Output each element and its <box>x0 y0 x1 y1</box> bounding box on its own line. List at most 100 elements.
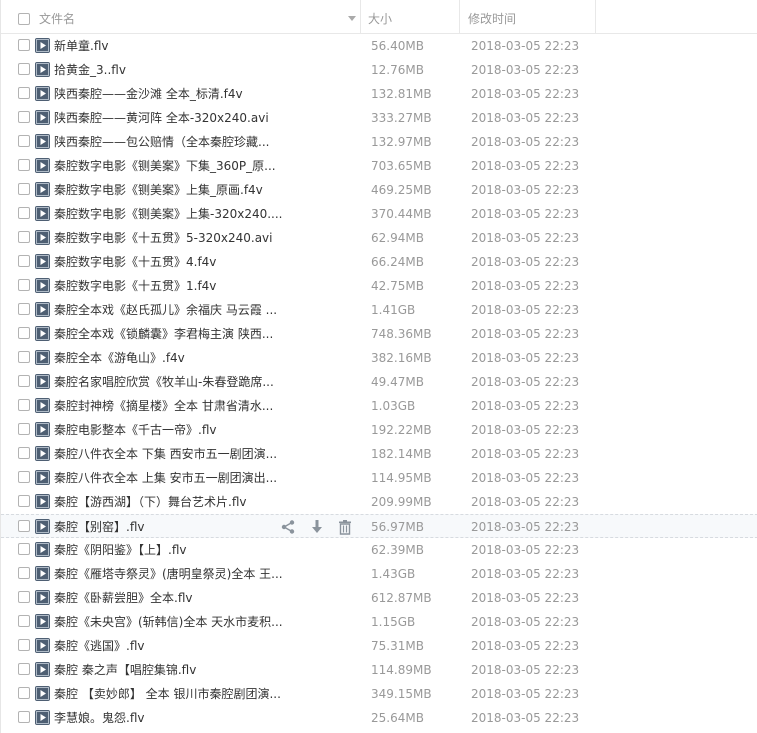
file-row[interactable]: 陕西秦腔——金沙滩 全本_标清.f4v 132.81MB 2018-03-05 22… <box>1 82 757 106</box>
file-name[interactable]: 秦腔《雁塔寺祭灵》(唐明皇祭灵)全本 王... <box>54 562 283 586</box>
file-row[interactable]: 秦腔数字电影《铡美案》下集_360P_原... 703.65MB 2018-03-0… <box>1 154 757 178</box>
file-name[interactable]: 秦腔《逃国》.flv <box>54 634 144 658</box>
file-size: 382.16MB <box>371 351 432 365</box>
file-name[interactable]: 秦腔数字电影《十五贯》5-320x240.avi <box>54 226 272 250</box>
file-row[interactable]: 秦腔【别窑】.flv 56.97MB 2018-03-05 22:23 <box>1 514 757 538</box>
file-name[interactable]: 秦腔数字电影《铡美案》下集_360P_原... <box>54 154 276 178</box>
file-row[interactable]: 秦腔《卧薪尝胆》全本.flv 612.87MB 2018-03-05 22:23 <box>1 586 757 610</box>
row-checkbox[interactable] <box>18 351 30 363</box>
file-row[interactable]: 秦腔名家唱腔欣赏《牧羊山-朱春登跪席... 49.47MB 2018-03-05 2… <box>1 370 757 394</box>
file-name[interactable]: 秦腔八件衣全本 上集 安市五一剧团演出... <box>54 466 277 490</box>
row-checkbox[interactable] <box>18 399 30 411</box>
row-checkbox[interactable] <box>18 639 30 651</box>
file-row[interactable]: 陕西秦腔——黄河阵 全本-320x240.avi 333.27MB 2018-03-… <box>1 106 757 130</box>
file-row[interactable]: 秦腔数字电影《铡美案》上集_原画.f4v 469.25MB 2018-03-05 2… <box>1 178 757 202</box>
share-icon[interactable] <box>280 519 296 535</box>
row-checkbox[interactable] <box>18 615 30 627</box>
file-row[interactable]: 秦腔数字电影《铡美案》上集-320x240.... 370.44MB 2018-03… <box>1 202 757 226</box>
row-checkbox[interactable] <box>18 543 30 555</box>
row-checkbox[interactable] <box>18 375 30 387</box>
row-checkbox[interactable] <box>18 207 30 219</box>
row-checkbox[interactable] <box>18 663 30 675</box>
file-row[interactable]: 秦腔电影整本《千古一帝》.flv 192.22MB 2018-03-05 22:23 <box>1 418 757 442</box>
column-size[interactable]: 大小 <box>361 0 460 33</box>
file-row[interactable]: 秦腔封神榜《摘星楼》全本 甘肃省清水... 1.03GB 2018-03-05 22… <box>1 394 757 418</box>
file-row[interactable]: 秦腔《逃国》.flv 75.31MB 2018-03-05 22:23 <box>1 634 757 658</box>
file-name[interactable]: 秦腔全本戏《赵氏孤儿》余福庆 马云霞 ... <box>54 298 277 322</box>
file-row[interactable]: 秦腔【游西湖】（下）舞台艺术片.flv 209.99MB 2018-03-05 22… <box>1 490 757 514</box>
row-checkbox[interactable] <box>18 135 30 147</box>
file-name[interactable]: 陕西秦腔——包公赔情（全本秦腔珍藏... <box>54 130 269 154</box>
row-checkbox[interactable] <box>18 567 30 579</box>
file-name[interactable]: 秦腔数字电影《铡美案》上集-320x240.... <box>54 202 283 226</box>
row-checkbox[interactable] <box>18 447 30 459</box>
select-all-checkbox[interactable] <box>18 13 30 25</box>
file-name[interactable]: 秦腔【游西湖】（下）舞台艺术片.flv <box>54 490 246 514</box>
row-checkbox[interactable] <box>18 87 30 99</box>
file-row[interactable]: 秦腔八件衣全本 上集 安市五一剧团演出... 114.95MB 2018-03-05… <box>1 466 757 490</box>
row-checkbox[interactable] <box>18 63 30 75</box>
file-name[interactable]: 秦腔 秦之声【唱腔集锦.flv <box>54 658 196 682</box>
file-row[interactable]: 秦腔八件衣全本 下集 西安市五一剧团演... 182.14MB 2018-03-05… <box>1 442 757 466</box>
trash-icon[interactable] <box>337 519 353 535</box>
row-checkbox[interactable] <box>18 591 30 603</box>
row-checkbox[interactable] <box>18 183 30 195</box>
row-checkbox[interactable] <box>18 39 30 51</box>
file-row[interactable]: 秦腔全本戏《锁麟囊》李君梅主演 陕西... 748.36MB 2018-03-05 … <box>1 322 757 346</box>
column-date[interactable]: 修改时间 <box>460 0 596 33</box>
video-file-icon <box>35 614 50 629</box>
row-checkbox[interactable] <box>18 303 30 315</box>
file-name[interactable]: 秦腔数字电影《十五贯》1.f4v <box>54 274 216 298</box>
file-row[interactable]: 秦腔全本《游龟山》.f4v 382.16MB 2018-03-05 22:23 <box>1 346 757 370</box>
file-row[interactable]: 李慧娘。鬼怨.flv 25.64MB 2018-03-05 22:23 <box>1 706 757 730</box>
file-name[interactable]: 秦腔全本《游龟山》.f4v <box>54 346 185 370</box>
file-name[interactable]: 秦腔《卧薪尝胆》全本.flv <box>54 586 192 610</box>
row-checkbox[interactable] <box>18 111 30 123</box>
file-row[interactable]: 秦腔数字电影《十五贯》1.f4v 42.75MB 2018-03-05 22:23 <box>1 274 757 298</box>
file-name[interactable]: 秦腔数字电影《铡美案》上集_原画.f4v <box>54 178 263 202</box>
file-name[interactable]: 秦腔《阴阳鉴》【上】.flv <box>54 538 186 562</box>
file-row[interactable]: 秦腔数字电影《十五贯》5-320x240.avi 62.94MB 2018-03-0… <box>1 226 757 250</box>
file-name[interactable]: 秦腔 【卖妙郎】 全本 银川市秦腔剧团演... <box>54 682 281 706</box>
row-checkbox[interactable] <box>18 711 30 723</box>
file-row[interactable]: 陕西秦腔——包公赔情（全本秦腔珍藏... 132.97MB 2018-03-05 2… <box>1 130 757 154</box>
file-row[interactable]: 新单童.flv 56.40MB 2018-03-05 22:23 <box>1 34 757 58</box>
file-name[interactable]: 陕西秦腔——黄河阵 全本-320x240.avi <box>54 106 269 130</box>
file-name[interactable]: 秦腔名家唱腔欣赏《牧羊山-朱春登跪席... <box>54 370 274 394</box>
file-name[interactable]: 李慧娘。鬼怨.flv <box>54 706 144 730</box>
row-checkbox[interactable] <box>18 231 30 243</box>
download-icon[interactable] <box>309 519 325 535</box>
file-row[interactable]: 秦腔数字电影《十五贯》4.f4v 66.24MB 2018-03-05 22:23 <box>1 250 757 274</box>
file-modified-date: 2018-03-05 22:23 <box>471 39 580 53</box>
file-name[interactable]: 拾黄金_3..flv <box>54 58 126 82</box>
file-name[interactable]: 陕西秦腔——金沙滩 全本_标清.f4v <box>54 82 243 106</box>
row-checkbox[interactable] <box>18 279 30 291</box>
file-row[interactable]: 秦腔 秦之声【唱腔集锦.flv 114.89MB 2018-03-05 22:23 <box>1 658 757 682</box>
video-file-icon <box>35 62 50 77</box>
sort-arrow-icon[interactable] <box>348 16 356 21</box>
file-row[interactable]: 秦腔《阴阳鉴》【上】.flv 62.39MB 2018-03-05 22:23 <box>1 538 757 562</box>
file-name[interactable]: 秦腔八件衣全本 下集 西安市五一剧团演... <box>54 442 277 466</box>
row-checkbox[interactable] <box>18 520 30 532</box>
file-row[interactable]: 秦腔全本戏《赵氏孤儿》余福庆 马云霞 ... 1.41GB 2018-03-05 2… <box>1 298 757 322</box>
file-row[interactable]: 秦腔《未央宫》(斩韩信)全本 天水市麦积... 1.15GB 2018-03-05 … <box>1 610 757 634</box>
row-checkbox[interactable] <box>18 327 30 339</box>
row-checkbox[interactable] <box>18 255 30 267</box>
file-row[interactable]: 秦腔《雁塔寺祭灵》(唐明皇祭灵)全本 王... 1.43GB 2018-03-05 … <box>1 562 757 586</box>
row-checkbox[interactable] <box>18 687 30 699</box>
file-row[interactable]: 秦腔 【卖妙郎】 全本 银川市秦腔剧团演... 349.15MB 2018-03-0… <box>1 682 757 706</box>
row-checkbox[interactable] <box>18 423 30 435</box>
file-name[interactable]: 秦腔封神榜《摘星楼》全本 甘肃省清水... <box>54 394 273 418</box>
file-name[interactable]: 秦腔数字电影《十五贯》4.f4v <box>54 250 216 274</box>
row-checkbox[interactable] <box>18 159 30 171</box>
column-name[interactable]: 文件名 <box>1 0 361 33</box>
file-name[interactable]: 新单童.flv <box>54 34 108 58</box>
row-checkbox[interactable] <box>18 471 30 483</box>
file-name[interactable]: 秦腔《未央宫》(斩韩信)全本 天水市麦积... <box>54 610 283 634</box>
file-name[interactable]: 秦腔全本戏《锁麟囊》李君梅主演 陕西... <box>54 322 273 346</box>
file-row[interactable]: 拾黄金_3..flv 12.76MB 2018-03-05 22:23 <box>1 58 757 82</box>
file-name[interactable]: 秦腔电影整本《千古一帝》.flv <box>54 418 216 442</box>
video-file-icon <box>35 662 50 677</box>
file-name[interactable]: 秦腔【别窑】.flv <box>54 515 144 539</box>
row-checkbox[interactable] <box>18 495 30 507</box>
